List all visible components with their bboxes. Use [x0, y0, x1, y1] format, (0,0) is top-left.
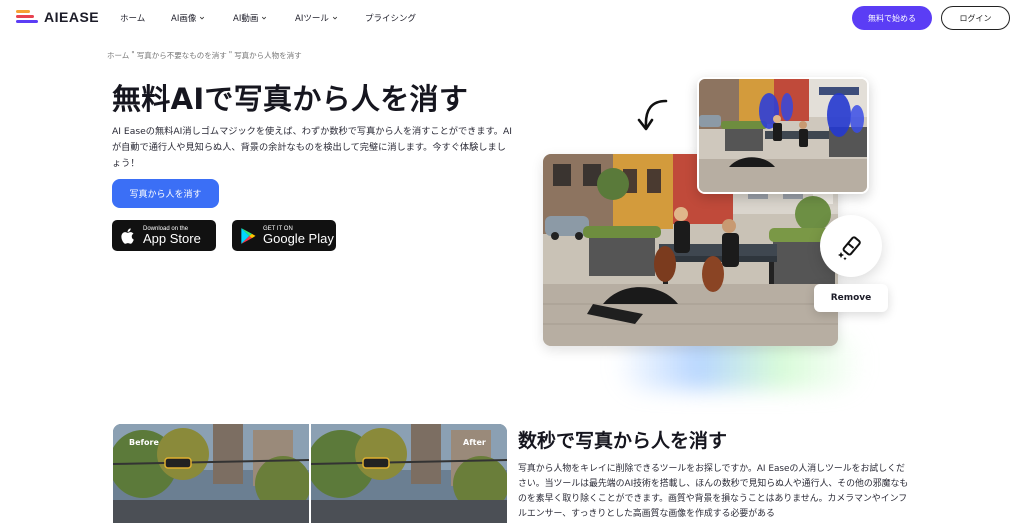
- chevron-down-icon: [332, 16, 337, 20]
- before-image: Before: [113, 424, 311, 523]
- nav-label: AIツール: [295, 14, 329, 24]
- nav-ai-video[interactable]: AI動画: [233, 12, 295, 24]
- remove-button[interactable]: Remove: [814, 284, 888, 312]
- nav-label: AI動画: [233, 14, 259, 24]
- logo-text: AIEASE: [44, 9, 100, 25]
- after-label: After: [463, 438, 486, 447]
- hero-description: AI Easeの無料AI消しゴムマジックを使えば、わずか数秒で写真から人を消すこ…: [112, 126, 512, 169]
- google-play-big-text: Google Play: [263, 231, 334, 246]
- breadcrumb-home[interactable]: ホーム: [107, 50, 129, 61]
- apple-icon: [121, 227, 134, 244]
- curved-arrow-icon: [637, 99, 668, 131]
- nav-home[interactable]: ホーム: [120, 12, 171, 24]
- breadcrumb-separator: ": [131, 50, 135, 59]
- eraser-tool-button[interactable]: [820, 215, 882, 277]
- original-photo-thumbnail: [697, 77, 869, 194]
- chevron-down-icon: [200, 16, 205, 20]
- app-store-big-text: App Store: [143, 231, 201, 246]
- chevron-down-icon: [262, 16, 267, 20]
- remove-people-button[interactable]: 写真から人を消す: [112, 179, 219, 208]
- breadcrumb-parent[interactable]: 写真から不要なものを消す: [137, 50, 227, 61]
- app-store-badge[interactable]: Download on the App Store: [112, 220, 216, 251]
- breadcrumb-current: 写真から人物を消す: [234, 51, 302, 60]
- logo-icon: [16, 9, 38, 25]
- main-nav: ホーム AI画像 AI動画 AIツール プライシング: [120, 12, 416, 24]
- start-free-button[interactable]: 無料で始める: [852, 6, 932, 30]
- nav-label: プライシング: [365, 14, 417, 24]
- page-title: 無料AIで写真から人を消す: [112, 82, 469, 116]
- eraser-icon: [838, 236, 861, 261]
- after-image: After: [307, 424, 507, 523]
- logo[interactable]: AIEASE: [16, 9, 99, 25]
- nav-pricing[interactable]: プライシング: [365, 12, 416, 24]
- google-play-icon: [241, 227, 256, 244]
- section-description: 写真から人物をキレイに削除できるツールをお探しですか。AI Easeの人消しツー…: [518, 464, 909, 519]
- nav-label: ホーム: [120, 14, 146, 24]
- breadcrumb: ホーム " 写真から不要なものを消す " 写真から人物を消す: [107, 50, 302, 61]
- nav-ai-image[interactable]: AI画像: [171, 12, 233, 24]
- nav-label: AI画像: [171, 14, 197, 24]
- login-button[interactable]: ログイン: [941, 6, 1010, 30]
- google-play-badge[interactable]: GET IT ON Google Play: [232, 220, 336, 251]
- before-after-comparison: Before After: [113, 424, 507, 523]
- breadcrumb-separator: ": [228, 50, 233, 59]
- before-label: Before: [129, 438, 159, 447]
- nav-ai-tools[interactable]: AIツール: [295, 12, 365, 24]
- top-header: AIEASE ホーム AI画像 AI動画 AIツール プライシング 無料で始める…: [0, 0, 1024, 36]
- section-title: 数秒で写真から人を消す: [518, 430, 728, 452]
